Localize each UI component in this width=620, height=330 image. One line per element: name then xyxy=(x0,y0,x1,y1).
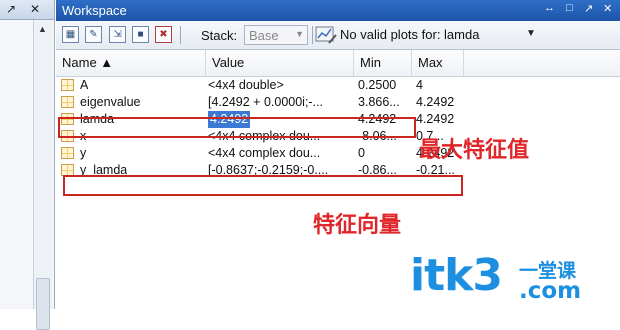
variable-value: <4x4 double> xyxy=(208,78,284,92)
variable-max: 4.2492 xyxy=(416,112,455,126)
save-icon[interactable]: ■ xyxy=(132,26,149,43)
title-bar: Workspace ↔ □ ↗ ✕ xyxy=(56,0,620,21)
window-title: Workspace xyxy=(62,3,127,18)
left-panel-header: ↗ ✕ xyxy=(0,0,54,20)
column-header-max[interactable]: Max xyxy=(412,50,464,76)
variable-name: A xyxy=(80,78,89,92)
scroll-up-icon[interactable]: ▲ xyxy=(38,24,47,34)
left-docked-panel: ↗ ✕ ▲ xyxy=(0,0,55,330)
plot-dropdown-arrow-icon[interactable]: ▼ xyxy=(526,28,536,39)
matrix-variable-icon xyxy=(61,147,74,159)
watermark-logo: itk3 xyxy=(410,250,503,301)
stack-dropdown[interactable]: Base ▼ xyxy=(244,25,308,45)
stack-value: Base xyxy=(249,28,279,43)
delete-icon[interactable]: ✖ xyxy=(155,26,172,43)
column-header-value[interactable]: Value xyxy=(206,50,354,76)
variable-min: 0 xyxy=(358,146,365,160)
new-variable-icon[interactable]: ▦ xyxy=(62,26,79,43)
pin-window-icon[interactable]: ↗ xyxy=(584,2,593,15)
variable-max: 4.2492 xyxy=(416,95,455,109)
watermark-domain: .com xyxy=(519,278,582,304)
plot-status-text: No valid plots for: lamda xyxy=(340,27,480,42)
toolbar-separator xyxy=(180,26,181,44)
plot-selector-icon[interactable] xyxy=(315,25,337,45)
column-header-name[interactable]: Name ▲ xyxy=(56,50,206,76)
variable-max: 4 xyxy=(416,78,423,92)
max-eigenvalue-annotation: 最大特征值 xyxy=(419,138,530,163)
variable-name: eigenvalue xyxy=(80,95,141,109)
toolbar-separator xyxy=(312,26,313,44)
left-scrollbar[interactable]: ▲ xyxy=(33,20,52,330)
variable-value: <4x4 complex dou... xyxy=(208,146,321,160)
undock-icon[interactable]: ↔ xyxy=(544,2,555,14)
variable-value: [4.2492 + 0.0000i;-... xyxy=(208,95,324,109)
lamda-highlight-box xyxy=(58,117,416,138)
y-lamda-highlight-box xyxy=(63,175,463,196)
matrix-variable-icon xyxy=(61,79,74,91)
toolbar: ▦ ✎ ⇲ ■ ✖ Stack: Base ▼ No valid plots f… xyxy=(56,21,620,50)
close-icon[interactable]: ✕ xyxy=(30,2,40,16)
chevron-down-icon: ▼ xyxy=(295,29,304,39)
eigenvector-annotation: 特征向量 xyxy=(313,213,402,238)
variable-min: 0.2500 xyxy=(358,78,397,92)
open-file-icon[interactable]: ✎ xyxy=(85,26,102,43)
variable-min: 3.866... xyxy=(358,95,400,109)
table-row[interactable]: y <4x4 complex dou... 0 4.2492 xyxy=(56,145,620,162)
table-row[interactable]: eigenvalue [4.2492 + 0.0000i;-... 3.866.… xyxy=(56,94,620,111)
scroll-thumb[interactable] xyxy=(36,278,50,330)
close-window-icon[interactable]: ✕ xyxy=(603,2,612,15)
matrix-variable-icon xyxy=(61,96,74,108)
import-data-icon[interactable]: ⇲ xyxy=(109,26,126,43)
maximize-icon[interactable]: □ xyxy=(566,2,573,14)
pin-icon[interactable]: ↗ xyxy=(6,2,16,16)
variable-name: y xyxy=(80,146,87,160)
stack-label: Stack: xyxy=(201,28,238,43)
table-header: Name ▲ Value Min Max xyxy=(56,50,620,77)
table-row[interactable]: A <4x4 double> 0.2500 4 xyxy=(56,77,620,94)
column-header-min[interactable]: Min xyxy=(354,50,412,76)
